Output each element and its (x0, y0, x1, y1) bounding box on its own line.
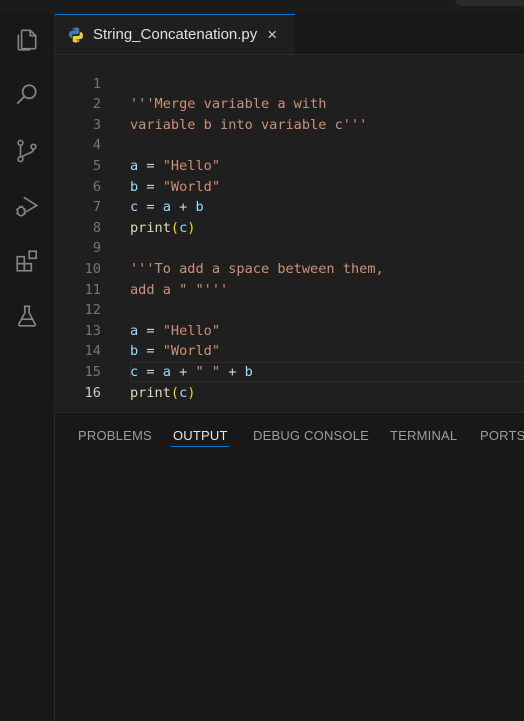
active-tab-indicator (171, 446, 229, 447)
code-line: 7 print(c) (55, 177, 524, 236)
bracket: ( (170, 384, 180, 401)
code-line: 12 a = "Hello" (55, 280, 524, 339)
code-editor[interactable]: 1 '''Merge variable a with 2 variable b … (55, 53, 524, 401)
code-line: 15 print(c) (55, 341, 524, 401)
code-line: 6 c = a + b (55, 156, 524, 216)
code-line: 3 (55, 94, 524, 133)
source-control-icon (17, 139, 37, 163)
tab-debug-console[interactable]: DEBUG CONSOLE (253, 428, 369, 443)
code-line: 5 b = "World" (55, 135, 524, 195)
title-bar (0, 0, 524, 14)
tab-ports[interactable]: PORTS (480, 428, 524, 443)
code-line: 8 (55, 197, 524, 236)
bottom-panel: PROBLEMS OUTPUT DEBUG CONSOLE TERMINAL P… (55, 412, 524, 721)
tab-output[interactable]: OUTPUT (173, 428, 228, 443)
code-line-active: 16 (55, 362, 524, 401)
close-icon[interactable]: × (267, 26, 277, 43)
run-debug-icon (16, 196, 39, 217)
code-line: 9 '''To add a space between them, (55, 218, 524, 277)
bracket: ) (187, 384, 196, 401)
explorer-icon (17, 29, 37, 51)
search-icon (16, 84, 37, 105)
activity-search[interactable] (0, 75, 54, 115)
code-line: 11 (55, 259, 524, 298)
tab-label: String_Concatenation.py (93, 26, 258, 43)
activity-extensions[interactable] (0, 241, 54, 281)
line-number: 16 (84, 384, 101, 401)
code-line: 14 c = a + " " + b (55, 321, 524, 380)
command-center[interactable] (455, 0, 524, 6)
activity-bar (0, 14, 55, 720)
editor-tabs: String_Concatenation.py × (55, 14, 524, 55)
code-line: 13 b = "World" (55, 300, 524, 360)
extensions-icon (16, 250, 38, 272)
python-file-icon (69, 27, 83, 42)
tab-problems[interactable]: PROBLEMS (78, 428, 152, 443)
function-name: print (130, 384, 171, 401)
code-line: 10 add a " "''' (55, 238, 524, 298)
activity-testing[interactable] (0, 296, 54, 336)
activity-run-debug[interactable] (0, 186, 54, 226)
tab-terminal[interactable]: TERMINAL (390, 428, 457, 443)
code-line: 1 '''Merge variable a with (55, 53, 524, 113)
code-line: 2 variable b into variable c''' (55, 74, 524, 133)
testing-flask-icon (17, 305, 37, 327)
activity-explorer[interactable] (0, 20, 54, 60)
activity-source-control[interactable] (0, 131, 54, 171)
tab-string-concatenation[interactable]: String_Concatenation.py × (55, 14, 295, 54)
code-line: 4 a = "Hello" (55, 115, 524, 174)
